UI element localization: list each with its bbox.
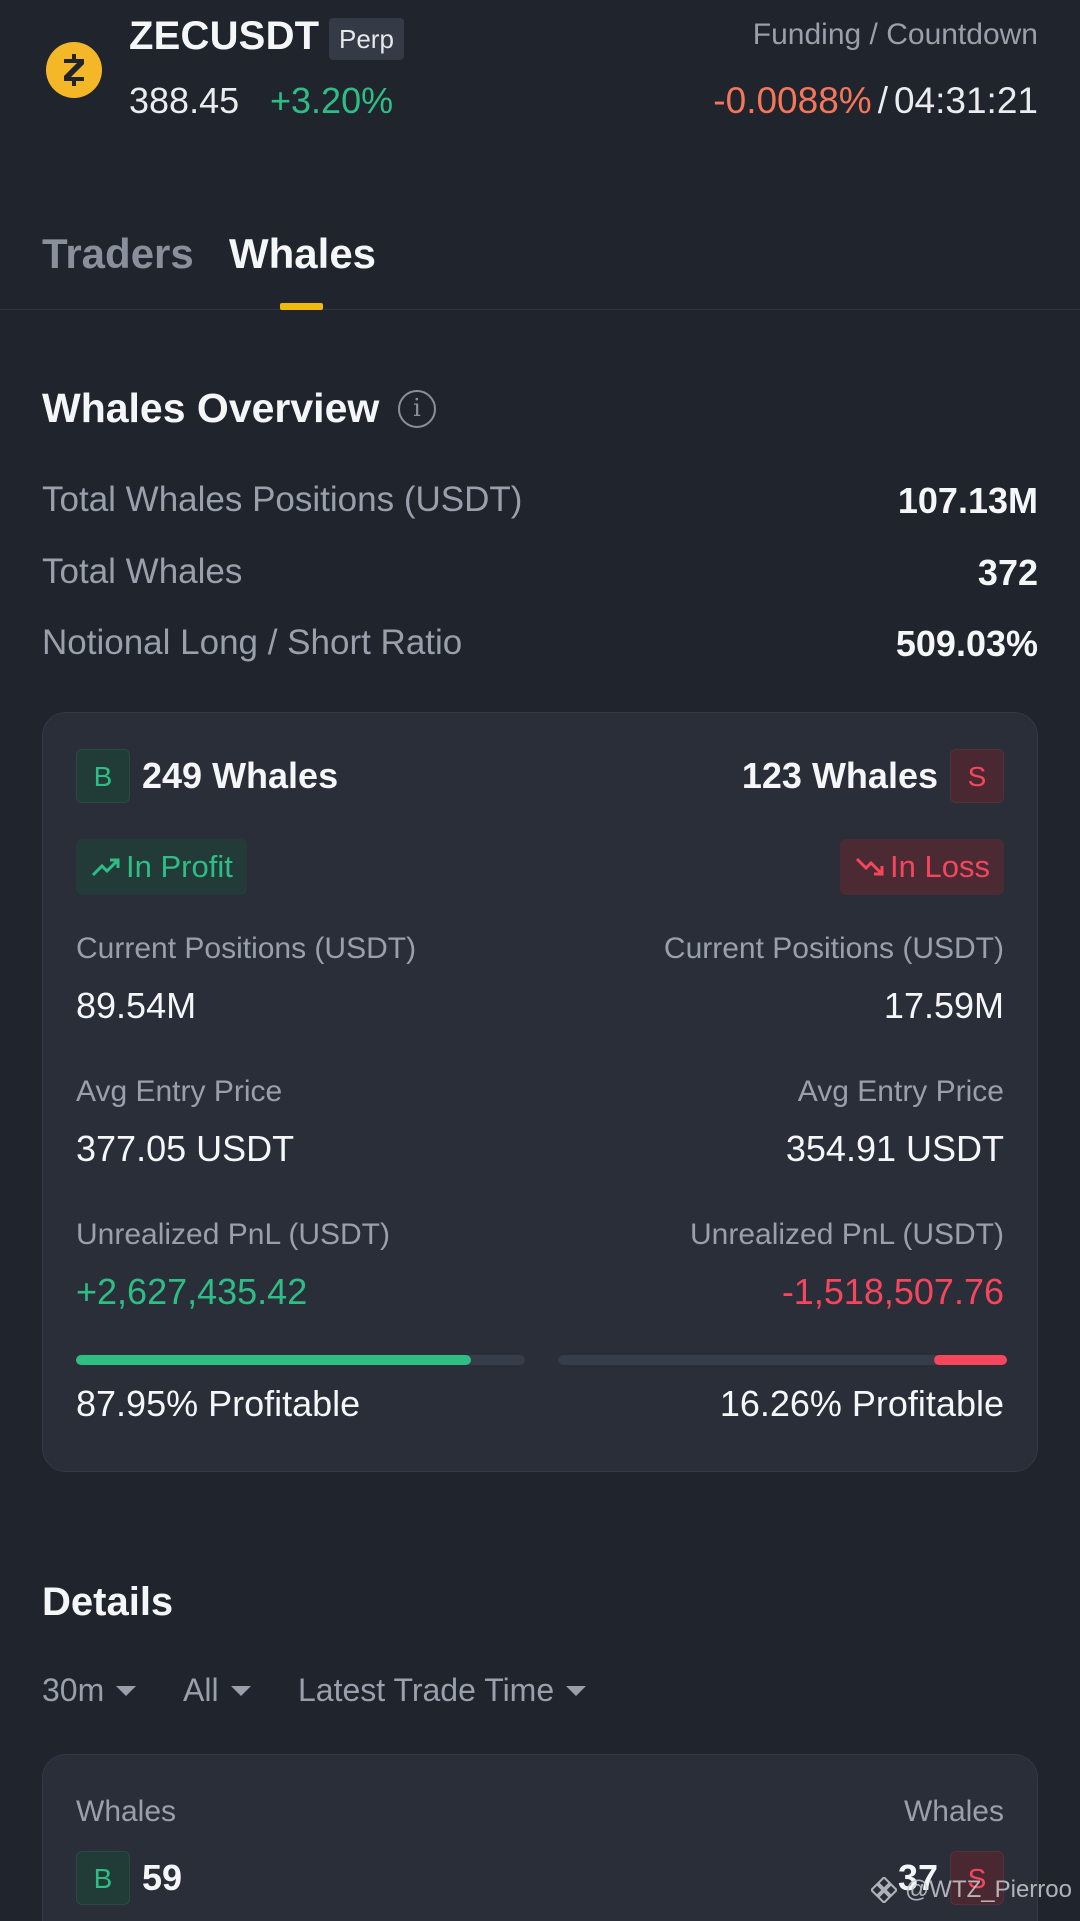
details-long-count: 59 — [142, 1857, 183, 1898]
binance-logo-icon — [870, 1877, 897, 1903]
short-whale-count: 123 Whales — [741, 755, 938, 796]
sort-filter-label: Latest Trade Time — [298, 1672, 555, 1708]
overview-label: Total Whales — [42, 552, 243, 591]
short-profitable-bar-fill — [934, 1355, 1007, 1365]
long-profitable-bar-fill — [76, 1355, 471, 1365]
info-icon[interactable]: i — [398, 390, 436, 428]
details-long-label: Whales — [76, 1795, 177, 1828]
overview-row-total-whales: Total Whales 372 — [42, 552, 1038, 602]
watermark-text: @WTZ_Pierroo — [904, 1876, 1072, 1903]
long-avg-entry-label: Avg Entry Price — [76, 1075, 283, 1108]
last-price: 388.45 — [129, 80, 240, 121]
buy-badge: B — [76, 1851, 130, 1905]
side-filter[interactable]: All — [183, 1672, 251, 1709]
long-pnl-label: Unrealized PnL (USDT) — [76, 1218, 390, 1251]
whales-overview-title: Whales Overview — [42, 385, 380, 431]
long-profitable-bar — [76, 1355, 525, 1365]
short-profitable-bar — [558, 1355, 1007, 1365]
short-pnl-value: -1,518,507.76 — [781, 1271, 1004, 1312]
short-avg-entry-value: 354.91 USDT — [785, 1128, 1004, 1169]
whales-page: ZECUSDT Perp 388.45 +3.20% Funding / Cou… — [0, 0, 1080, 1921]
overview-row-long-short-ratio: Notional Long / Short Ratio 509.03% — [42, 623, 1038, 673]
caret-down-icon — [230, 1685, 251, 1696]
overview-value: 509.03% — [895, 623, 1038, 664]
sell-badge: S — [950, 749, 1004, 803]
in-loss-label: In Loss — [890, 849, 990, 884]
funding-countdown-value: -0.0088%/04:31:21 — [713, 80, 1038, 122]
trend-down-icon — [855, 857, 884, 876]
funding-separator: / — [877, 80, 888, 121]
overview-value: 107.13M — [897, 480, 1038, 521]
contract-type-badge: Perp — [329, 18, 404, 60]
long-positions-label: Current Positions (USDT) — [76, 932, 417, 965]
trend-up-icon — [91, 858, 120, 877]
watermark: @WTZ_Pierroo — [870, 1876, 1072, 1904]
active-tab-indicator — [280, 303, 323, 310]
sort-filter[interactable]: Latest Trade Time — [298, 1672, 587, 1709]
side-filter-label: All — [183, 1672, 219, 1708]
timeframe-filter[interactable]: 30m — [42, 1672, 137, 1709]
overview-label: Total Whales Positions (USDT) — [42, 480, 523, 519]
long-profitable-text: 87.95% Profitable — [76, 1383, 361, 1424]
short-positions-value: 17.59M — [883, 985, 1004, 1026]
short-profitable-text: 16.26% Profitable — [719, 1383, 1004, 1424]
short-positions-label: Current Positions (USDT) — [663, 932, 1004, 965]
funding-countdown-label: Funding / Countdown — [752, 18, 1038, 51]
caret-down-icon — [566, 1685, 587, 1696]
symbol-name[interactable]: ZECUSDT — [129, 14, 319, 59]
long-pnl-value: +2,627,435.42 — [76, 1271, 308, 1312]
price-change: +3.20% — [270, 80, 394, 121]
long-positions-value: 89.54M — [76, 985, 197, 1026]
tab-bar: Traders Whales — [0, 222, 1080, 310]
market-header: ZECUSDT Perp 388.45 +3.20% Funding / Cou… — [0, 0, 1080, 150]
in-profit-badge: In Profit — [76, 839, 247, 895]
tab-traders[interactable]: Traders — [42, 230, 194, 278]
buy-badge: B — [76, 749, 130, 803]
short-pnl-label: Unrealized PnL (USDT) — [690, 1218, 1004, 1251]
details-title: Details — [42, 1580, 174, 1624]
tab-whales[interactable]: Whales — [229, 230, 376, 278]
in-loss-badge: In Loss — [840, 839, 1004, 895]
details-short-label: Whales — [903, 1795, 1004, 1828]
overview-value: 372 — [977, 552, 1038, 593]
zcash-coin-icon — [46, 42, 102, 98]
overview-label: Notional Long / Short Ratio — [42, 623, 463, 662]
timeframe-filter-label: 30m — [42, 1672, 105, 1708]
caret-down-icon — [116, 1685, 137, 1696]
long-short-card: B 249 Whales 123 Whales S In Profit In L… — [42, 712, 1038, 1472]
funding-countdown: 04:31:21 — [893, 80, 1038, 121]
funding-rate: -0.0088% — [713, 80, 872, 121]
long-avg-entry-value: 377.05 USDT — [76, 1128, 295, 1169]
short-avg-entry-label: Avg Entry Price — [797, 1075, 1004, 1108]
long-whale-count: 249 Whales — [142, 755, 339, 796]
in-profit-label: In Profit — [126, 849, 233, 884]
overview-row-total-positions: Total Whales Positions (USDT) 107.13M — [42, 480, 1038, 530]
